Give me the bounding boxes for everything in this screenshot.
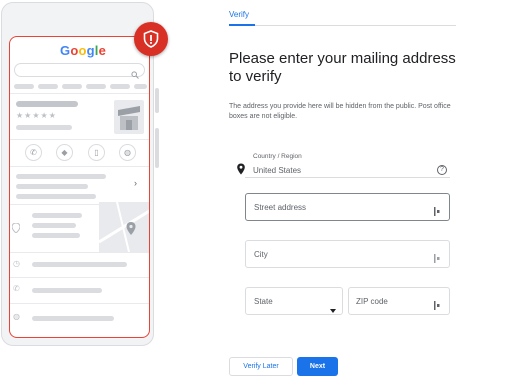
country-label: Country / Region [253,153,302,160]
street-address-placeholder: Street address [254,203,307,212]
tab-verify[interactable]: Verify [229,10,249,19]
city-field[interactable]: City [245,240,450,268]
rating-stars-icon: ★★★★★ [16,111,57,120]
storefront-icon [114,100,144,134]
privacy-note: The address you provide here will be hid… [229,103,451,120]
save-icon: ▯ [88,144,105,161]
location-pin-icon [11,220,21,234]
country-select[interactable]: United States [253,166,301,175]
form-input-icon [434,297,440,310]
phone-side-button [155,128,159,168]
chevron-right-icon: › [134,178,137,188]
state-select[interactable]: State [245,287,343,315]
location-pin-icon [235,162,247,175]
search-bar-placeholder [14,63,145,77]
website-icon: ◍ [119,144,136,161]
google-logo: Google [60,43,107,58]
form-input-icon [434,250,440,263]
globe-icon: ◍ [13,312,20,321]
state-placeholder: State [254,297,273,306]
phone-side-button [155,88,159,113]
zip-code-field[interactable]: ZIP code [348,287,450,315]
phone-screen: Google ★★★★★ ✆ ◆ ▯ ◍ › ◷ ✆ ◍ [9,36,150,338]
zip-code-placeholder: ZIP code [356,297,388,306]
next-button[interactable]: Next [297,357,338,376]
shield-alert-icon [134,22,168,56]
verify-later-button[interactable]: Verify Later [229,357,293,376]
search-icon [131,66,139,79]
call-icon: ✆ [13,284,20,293]
phone-icon: ✆ [25,144,42,161]
country-underline [245,177,450,178]
tab-active-indicator [229,24,255,26]
map-thumbnail [98,201,149,253]
dropdown-arrow-icon [330,300,336,313]
help-icon[interactable]: ? [437,165,447,175]
street-address-field[interactable]: Street address [245,193,450,221]
directions-icon: ◆ [56,144,73,161]
form-input-icon [434,203,440,216]
tab-divider [229,25,456,26]
clock-icon: ◷ [13,259,20,268]
page-title: Please enter your mailing address to ver… [229,50,456,85]
city-placeholder: City [254,250,268,259]
